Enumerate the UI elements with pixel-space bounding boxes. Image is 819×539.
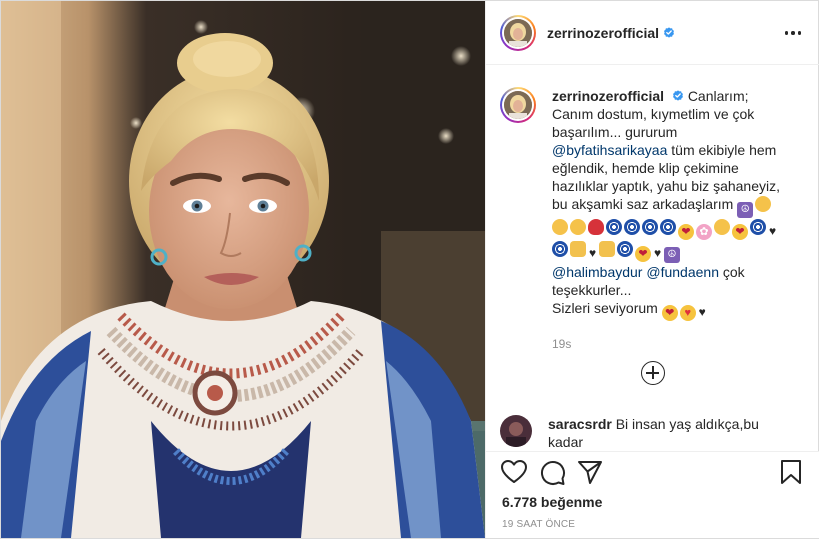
- flower-emoji: ✿: [696, 224, 712, 240]
- verified-badge-icon: [664, 26, 675, 38]
- more-options-icon[interactable]: [781, 23, 805, 43]
- evil-eye-emoji: [624, 219, 640, 235]
- caption-line-2: Canım dostum, kıymetlim ve çok başarılım…: [552, 106, 755, 140]
- comment-username[interactable]: saracsrdr: [548, 416, 612, 432]
- clap-emoji: [552, 219, 568, 235]
- portrait-image: [1, 1, 485, 538]
- post-side-panel: zerrinozerofficial zerrinozerofficial Ca…: [485, 1, 819, 538]
- kiss-face-emoji: ❤: [678, 224, 694, 240]
- evil-eye-emoji: [617, 241, 633, 257]
- clap-emoji: [570, 219, 586, 235]
- caption-line-1: Canlarım;: [687, 88, 749, 104]
- likes-count[interactable]: 6.778 beğenme: [502, 494, 602, 510]
- avatar[interactable]: [500, 14, 536, 51]
- pray-emoji: [599, 241, 615, 257]
- heart-emoji: ♥: [698, 305, 706, 319]
- kiss-face-emoji: ❤: [661, 305, 678, 321]
- instagram-post: zerrinozerofficial zerrinozerofficial Ca…: [0, 0, 819, 539]
- verified-badge-icon: [672, 90, 683, 101]
- post-timestamp[interactable]: 19 SAAT ÖNCE: [502, 519, 575, 530]
- kiss-face-emoji: ❤: [635, 246, 651, 262]
- paper-plane-icon[interactable]: [576, 458, 604, 486]
- caption-text: zerrinozerofficial Canlarım; Canım dostu…: [552, 87, 784, 353]
- heart-emoji: ♥: [588, 246, 597, 260]
- evil-eye-emoji: [660, 219, 676, 235]
- clap-emoji: [714, 219, 730, 235]
- clap-emoji: [755, 196, 772, 212]
- peace-emoji: ☮: [664, 247, 680, 263]
- heart-emoji: ♥: [768, 224, 777, 238]
- caption: zerrinozerofficial Canlarım; Canım dostu…: [500, 87, 805, 353]
- comment-item: saracsrdr Bi insan yaş aldıkça,bu kadar: [500, 415, 805, 451]
- comments-scroll-area[interactable]: zerrinozerofficial Canlarım; Canım dostu…: [486, 65, 819, 451]
- mention-link[interactable]: @byfatihsarikayaa: [552, 142, 667, 158]
- avatar-image: [504, 18, 532, 47]
- peace-emoji: ☮: [737, 202, 754, 218]
- avatar-image: [500, 415, 532, 447]
- heart-eyes-emoji: ♥: [679, 305, 696, 321]
- caption-time[interactable]: 19s: [552, 335, 784, 353]
- header-username[interactable]: zerrinozerofficial: [547, 25, 659, 41]
- kiss-face-emoji: ❤: [732, 224, 748, 240]
- evil-eye-emoji: [606, 219, 622, 235]
- rose-emoji: [588, 219, 604, 235]
- mention-link[interactable]: @halimbaydur: [552, 264, 642, 280]
- caption-line-5: Sizleri seviyorum: [552, 300, 658, 316]
- post-photo[interactable]: [1, 1, 485, 538]
- mention-link[interactable]: @fundaenn: [646, 264, 719, 280]
- evil-eye-emoji: [552, 241, 568, 257]
- post-actions: 6.778 beğenme 19 SAAT ÖNCE: [486, 451, 819, 538]
- heart-emoji: ♥: [653, 246, 662, 260]
- caption-avatar[interactable]: [500, 87, 536, 123]
- evil-eye-emoji: [750, 219, 766, 235]
- plus-circle-icon[interactable]: [641, 361, 665, 385]
- evil-eye-emoji: [642, 219, 658, 235]
- comment-text: saracsrdr Bi insan yaş aldıkça,bu kadar: [548, 415, 788, 451]
- avatar-image: [504, 91, 532, 119]
- comment-icon[interactable]: [538, 458, 566, 486]
- bookmark-icon[interactable]: [777, 458, 805, 486]
- heart-icon[interactable]: [500, 458, 528, 486]
- post-header: zerrinozerofficial: [486, 1, 819, 65]
- pray-emoji: [570, 241, 586, 257]
- comment-avatar[interactable]: [500, 415, 532, 447]
- caption-username[interactable]: zerrinozerofficial: [552, 88, 664, 104]
- action-icons: [500, 458, 805, 488]
